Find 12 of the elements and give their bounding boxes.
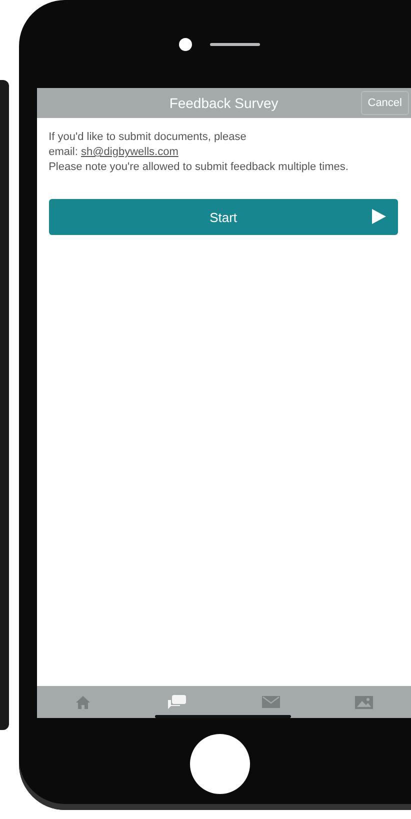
- info-text: If you'd like to submit documents, please email: sh@digbywells.com Please note you're allowed to submit feedback multiple times.: [48, 130, 350, 175]
- camera-icon: [179, 38, 192, 50]
- chat-icon[interactable]: [168, 695, 186, 709]
- image-icon[interactable]: [355, 696, 374, 708]
- play-icon: [371, 209, 386, 224]
- mail-icon[interactable]: [262, 696, 280, 708]
- cancel-button[interactable]: Cancel: [360, 91, 409, 115]
- start-button[interactable]: Start: [48, 199, 398, 235]
- email-link[interactable]: sh@digbywells.com: [81, 146, 178, 158]
- home-icon[interactable]: [76, 696, 90, 708]
- page-title: Feedback Survey: [169, 95, 278, 111]
- speaker-icon: [210, 42, 260, 46]
